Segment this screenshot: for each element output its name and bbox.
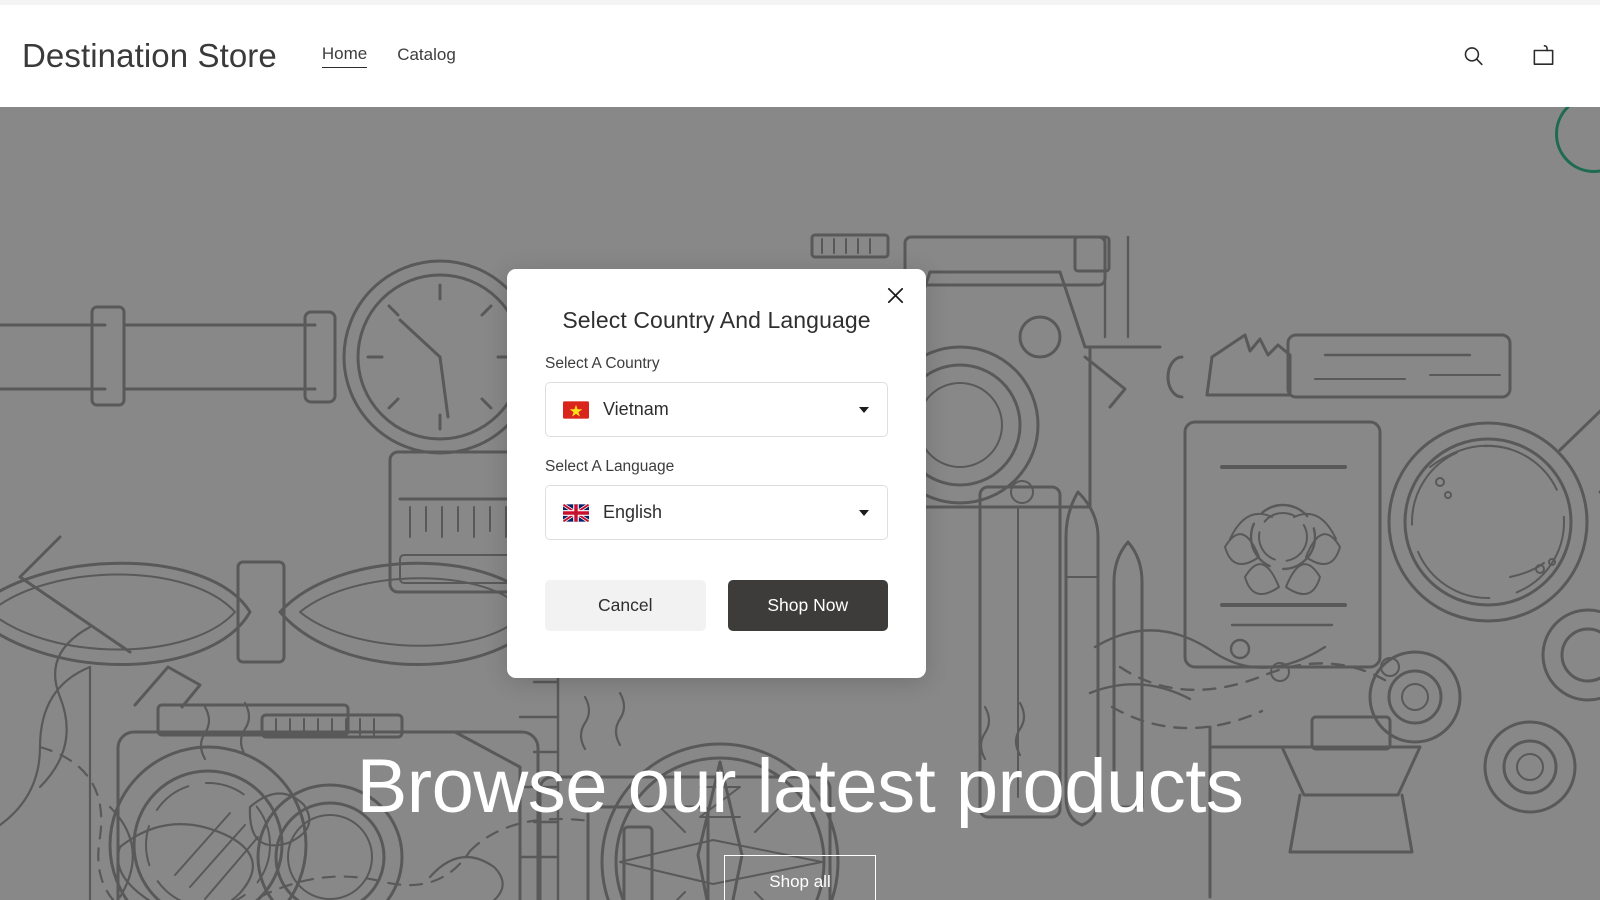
- language-field: Select A Language English: [545, 458, 888, 540]
- country-select[interactable]: Vietnam: [545, 382, 888, 437]
- close-icon: [886, 286, 905, 308]
- language-select[interactable]: English: [545, 485, 888, 540]
- modal-layer: Select Country And Language Select A Cou…: [0, 0, 1600, 900]
- cancel-button[interactable]: Cancel: [545, 580, 706, 631]
- modal-actions: Cancel Shop Now: [545, 580, 888, 631]
- modal-title: Select Country And Language: [562, 307, 871, 333]
- chevron-down-icon: [859, 509, 869, 516]
- country-field: Select A Country Vietnam: [545, 355, 888, 437]
- country-language-modal: Select Country And Language Select A Cou…: [507, 269, 926, 678]
- language-label: Select A Language: [545, 458, 675, 475]
- country-value: Vietnam: [603, 399, 669, 419]
- page-root: Destination Store Home Catalog Browse ou…: [0, 0, 1600, 900]
- united-kingdom-flag-icon: [563, 503, 589, 522]
- vietnam-flag-icon: [563, 400, 589, 419]
- close-button[interactable]: [878, 280, 912, 314]
- language-value: English: [603, 502, 663, 522]
- shop-now-button[interactable]: Shop Now: [727, 580, 888, 631]
- chevron-down-icon: [859, 406, 869, 413]
- country-label: Select A Country: [545, 355, 660, 372]
